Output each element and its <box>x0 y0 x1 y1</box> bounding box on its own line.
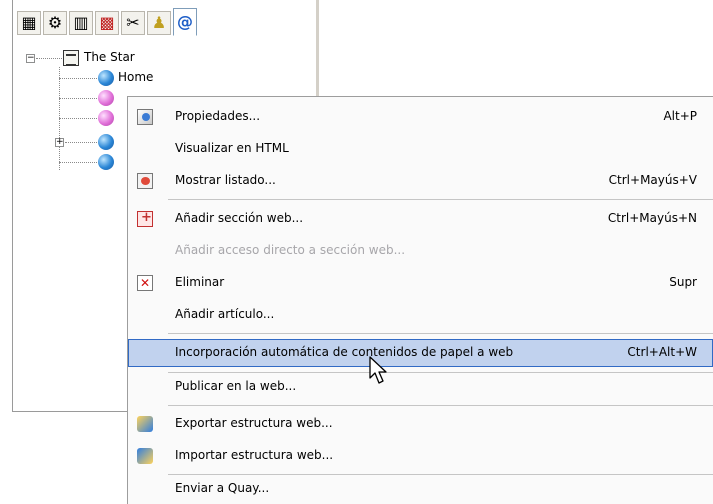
import-icon <box>137 448 153 464</box>
menu-item-enviar-quay[interactable]: Enviar a Quay... <box>128 475 713 503</box>
properties-icon <box>137 109 153 125</box>
menu-separator <box>168 199 713 200</box>
delete-icon <box>137 275 153 291</box>
menu-item-eliminar[interactable]: Eliminar Supr <box>128 269 713 297</box>
section-globe-icon <box>98 70 114 86</box>
menu-item-shortcut: Ctrl+Alt+W <box>627 345 697 359</box>
menu-item-anadir-seccion[interactable]: Añadir sección web... Ctrl+Mayús+N <box>128 205 713 233</box>
menu-item-label: Visualizar en HTML <box>175 141 289 155</box>
web-tab-icon[interactable]: @ <box>173 8 197 36</box>
menu-item-label: Propiedades... <box>175 109 261 123</box>
menu-separator <box>168 333 713 334</box>
menu-item-label: Incorporación automática de contenidos d… <box>175 345 514 359</box>
menu-item-anadir-acceso-directo: Añadir acceso directo a sección web... <box>128 237 713 265</box>
panel-toolbar: ▦ ⚙ ▥ ▩ ✂ ♟ @ <box>17 8 307 38</box>
section-globe-icon[interactable] <box>98 110 114 126</box>
export-icon <box>137 416 153 432</box>
tools-icon[interactable]: ✂ <box>121 11 145 35</box>
menu-item-label: Exportar estructura web... <box>175 416 333 430</box>
menu-item-label: Importar estructura web... <box>175 448 334 462</box>
people-icon[interactable]: ♟ <box>147 11 171 35</box>
menu-item-label: Publicar en la web... <box>175 379 297 393</box>
columns-icon[interactable]: ▥ <box>69 11 93 35</box>
menu-item-exportar[interactable]: Exportar estructura web... <box>128 410 713 438</box>
menu-item-propiedades[interactable]: Propiedades... Alt+P <box>128 103 713 131</box>
gear-icon[interactable]: ⚙ <box>43 11 67 35</box>
menu-separator <box>168 405 713 406</box>
menu-item-label: Añadir artículo... <box>175 307 275 321</box>
menu-item-shortcut: Ctrl+Mayús+V <box>608 173 697 187</box>
menu-item-label: Añadir sección web... <box>175 211 304 225</box>
mouse-cursor-icon <box>369 356 387 384</box>
section-globe-icon[interactable] <box>98 90 114 106</box>
tree-node-home[interactable]: Home <box>118 70 153 84</box>
menu-item-mostrar-listado[interactable]: Mostrar listado... Ctrl+Mayús+V <box>128 167 713 195</box>
expand-node-toggle[interactable]: + <box>55 138 64 147</box>
menu-item-shortcut: Supr <box>669 275 697 289</box>
list-icon <box>137 173 153 189</box>
menu-item-publicar[interactable]: Publicar en la web... <box>128 373 713 401</box>
context-menu: Propiedades... Alt+P Visualizar en HTML … <box>127 96 713 504</box>
menu-item-label: Mostrar listado... <box>175 173 276 187</box>
tree-root-label[interactable]: The Star <box>84 50 135 64</box>
menu-item-importar[interactable]: Importar estructura web... <box>128 442 713 470</box>
menu-item-shortcut: Ctrl+Mayús+N <box>607 211 697 225</box>
section-globe-icon[interactable] <box>98 134 114 150</box>
menu-item-anadir-articulo[interactable]: Añadir artículo... <box>128 301 713 329</box>
newspaper-icon[interactable]: ▦ <box>17 11 41 35</box>
publication-icon <box>63 50 79 66</box>
menu-item-label: Añadir acceso directo a sección web... <box>175 243 406 257</box>
menu-item-label: Eliminar <box>175 275 225 289</box>
menu-item-label: Enviar a Quay... <box>175 481 270 495</box>
collapse-root-toggle[interactable]: − <box>26 54 35 63</box>
add-section-icon <box>137 210 153 227</box>
menu-item-incorporacion-automatica[interactable]: Incorporación automática de contenidos d… <box>128 339 713 367</box>
menu-item-shortcut: Alt+P <box>663 109 697 123</box>
grid-icon[interactable]: ▩ <box>95 11 119 35</box>
menu-item-visualizar-html[interactable]: Visualizar en HTML <box>128 135 713 163</box>
section-globe-icon[interactable] <box>98 154 114 170</box>
